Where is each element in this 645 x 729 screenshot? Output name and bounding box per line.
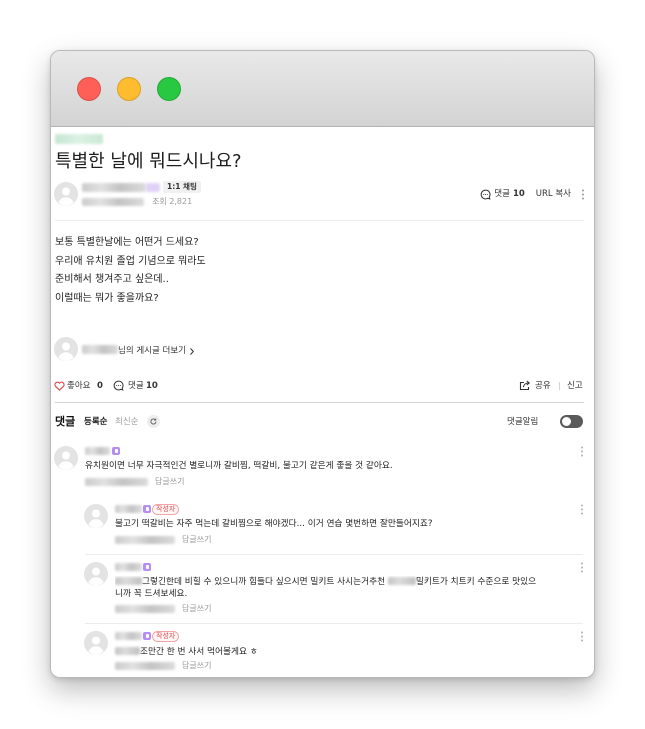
- share-button[interactable]: 공유: [535, 380, 551, 392]
- minimize-button[interactable]: [117, 77, 141, 101]
- comment-text: 유치원이면 너무 자극적인건 별로니까 갈비찜, 떡갈비, 불고기 같은게 좋을…: [85, 461, 393, 471]
- member-badge-icon: [143, 632, 151, 640]
- comment-text-part: 그렇긴한데 비힐 수 있으니까 힘들다 싶으시면 밀키트 사시는거추천: [142, 577, 386, 587]
- reply-item: 작성자 불고기 떡갈비는 자주 먹는데 갈비찜으로 해야겠다... 이거 연습 …: [51, 504, 594, 564]
- post-body-line: 이럴때는 뭐가 좋을까요?: [55, 293, 159, 305]
- more-vertical-icon[interactable]: [579, 631, 585, 642]
- sort-latest[interactable]: 최신순: [115, 416, 138, 428]
- reply-button[interactable]: 답글쓰기: [182, 535, 211, 545]
- brand-name-blurred: [387, 577, 416, 585]
- user-avatar-icon: [84, 504, 108, 528]
- member-badge-icon: [143, 563, 151, 571]
- author-avatar[interactable]: [54, 337, 78, 361]
- comment-icon[interactable]: [113, 380, 124, 391]
- action-separator: [559, 382, 560, 390]
- sort-registered[interactable]: 등록순: [84, 416, 107, 428]
- comment-item: 유치원이면 너무 자극적인건 별로니까 갈비찜, 떡갈비, 불고기 같은게 좋을…: [51, 446, 594, 506]
- chevron-right-icon: [190, 347, 194, 355]
- comment-date-blurred: [115, 662, 175, 670]
- commenter-name-blurred[interactable]: [115, 505, 142, 513]
- post-body-line: 보통 특별한날에는 어떤거 드세요?: [55, 237, 199, 248]
- comment-notify-label: 댓글알림: [507, 417, 539, 427]
- member-badge-icon: [112, 447, 120, 455]
- comment-text: 조만간 한 번 사서 먹어볼게요 ㅎ: [115, 646, 258, 658]
- mention-blurred: [115, 647, 140, 655]
- author-name-blurred[interactable]: [82, 183, 146, 192]
- author-name-blurred: [82, 345, 118, 354]
- author-level-blurred: [146, 183, 160, 192]
- commenter-name-blurred[interactable]: [115, 563, 142, 571]
- reply-item: 그렇긴한데 비힐 수 있으니까 힘들다 싶으시면 밀키트 사시는거추천 밀키트가…: [51, 562, 594, 622]
- title-bar: [51, 51, 594, 127]
- more-vertical-icon[interactable]: [579, 562, 585, 573]
- comment-label[interactable]: 댓글: [128, 380, 144, 392]
- comment-text: 불고기 떡갈비는 자주 먹는데 갈비찜으로 해야겠다... 이거 연습 몇번하면…: [115, 519, 433, 529]
- user-avatar-icon: [54, 446, 78, 470]
- reply-divider: [85, 623, 583, 624]
- like-label[interactable]: 좋아요: [67, 380, 90, 392]
- comment-link-count[interactable]: 10: [513, 188, 525, 200]
- commenter-avatar[interactable]: [84, 562, 108, 586]
- post-body: 보통 특별한날에는 어떤거 드세요? 우리애 유치원 졸업 기념으로 뭐라도 준…: [55, 234, 206, 309]
- heart-icon[interactable]: [54, 381, 65, 391]
- user-avatar-icon: [54, 182, 78, 206]
- comment-date-blurred: [115, 605, 175, 613]
- commenter-avatar[interactable]: [54, 446, 78, 470]
- post-body-line: 준비해서 챙겨주고 싶은데..: [55, 274, 169, 286]
- comment-icon: [480, 189, 491, 200]
- browser-window: 특별한 날에 뭐드시나요? 1:1 채팅 조회 2,821 댓글 10 URL …: [50, 50, 595, 678]
- more-posts-label: 님의 게시글 더보기: [118, 346, 186, 356]
- comment-count: 10: [146, 381, 158, 391]
- user-avatar-icon: [54, 337, 78, 361]
- more-vertical-icon[interactable]: [580, 189, 586, 200]
- comment-text-part: 조만간 한 번 사서 먹어볼게요 ㅎ: [140, 647, 258, 657]
- close-button[interactable]: [77, 77, 101, 101]
- commenter-name-blurred[interactable]: [85, 447, 110, 455]
- user-avatar-icon: [84, 562, 108, 586]
- post-meta-actions: 댓글 10 URL 복사: [480, 188, 586, 200]
- comment-date-blurred: [115, 536, 175, 544]
- author-tag: 작성자: [152, 504, 180, 515]
- commenter-avatar[interactable]: [84, 631, 108, 655]
- report-button[interactable]: 신고: [567, 380, 583, 392]
- comment-text-line-2: 니까 꼭 드셔보세요.: [115, 589, 188, 599]
- reply-button[interactable]: 답글쓰기: [155, 477, 184, 487]
- reply-item: 작성자 조만간 한 번 사서 먹어볼게요 ㅎ 답글쓰기: [51, 631, 594, 677]
- reply-button[interactable]: 답글쓰기: [182, 661, 211, 671]
- comments-title: 댓글: [55, 415, 76, 428]
- author-tag: 작성자: [152, 631, 180, 642]
- view-count: 조회 2,821: [152, 197, 193, 206]
- chat-badge[interactable]: 1:1 채팅: [163, 181, 201, 193]
- reply-button[interactable]: 답글쓰기: [182, 604, 211, 614]
- post-title: 특별한 날에 뭐드시나요?: [55, 151, 242, 172]
- url-copy-button[interactable]: URL 복사: [536, 188, 571, 200]
- comment-link-label[interactable]: 댓글: [494, 188, 510, 200]
- comment-notify-toggle[interactable]: [560, 415, 583, 428]
- post-date-blurred: [82, 198, 144, 206]
- commenter-name-blurred[interactable]: [115, 632, 142, 640]
- header-divider: [55, 220, 584, 221]
- refresh-icon[interactable]: [147, 415, 160, 428]
- board-name-blurred[interactable]: [55, 134, 103, 144]
- comment-text-part: 밀키트가 치트키 수준으로 맛있으: [415, 577, 537, 587]
- more-posts-link[interactable]: 님의 게시글 더보기: [118, 345, 194, 357]
- reply-divider: [85, 554, 583, 555]
- comment-date-blurred: [85, 478, 148, 486]
- comments-divider: [55, 402, 584, 403]
- member-badge-icon: [143, 505, 151, 513]
- commenter-avatar[interactable]: [84, 504, 108, 528]
- more-vertical-icon[interactable]: [579, 504, 585, 515]
- zoom-button[interactable]: [157, 77, 181, 101]
- toggle-knob: [562, 417, 571, 426]
- more-vertical-icon[interactable]: [579, 446, 585, 457]
- comment-text: 그렇긴한데 비힐 수 있으니까 힘들다 싶으시면 밀키트 사시는거추천 밀키트가…: [115, 576, 536, 588]
- share-icon[interactable]: [519, 380, 531, 391]
- author-avatar[interactable]: [54, 182, 78, 206]
- mention-blurred: [115, 577, 142, 585]
- post-page: 특별한 날에 뭐드시나요? 1:1 채팅 조회 2,821 댓글 10 URL …: [51, 127, 594, 677]
- user-avatar-icon: [84, 631, 108, 655]
- post-body-line: 우리애 유치원 졸업 기념으로 뭐라도: [55, 255, 206, 267]
- like-count: 0: [97, 381, 103, 391]
